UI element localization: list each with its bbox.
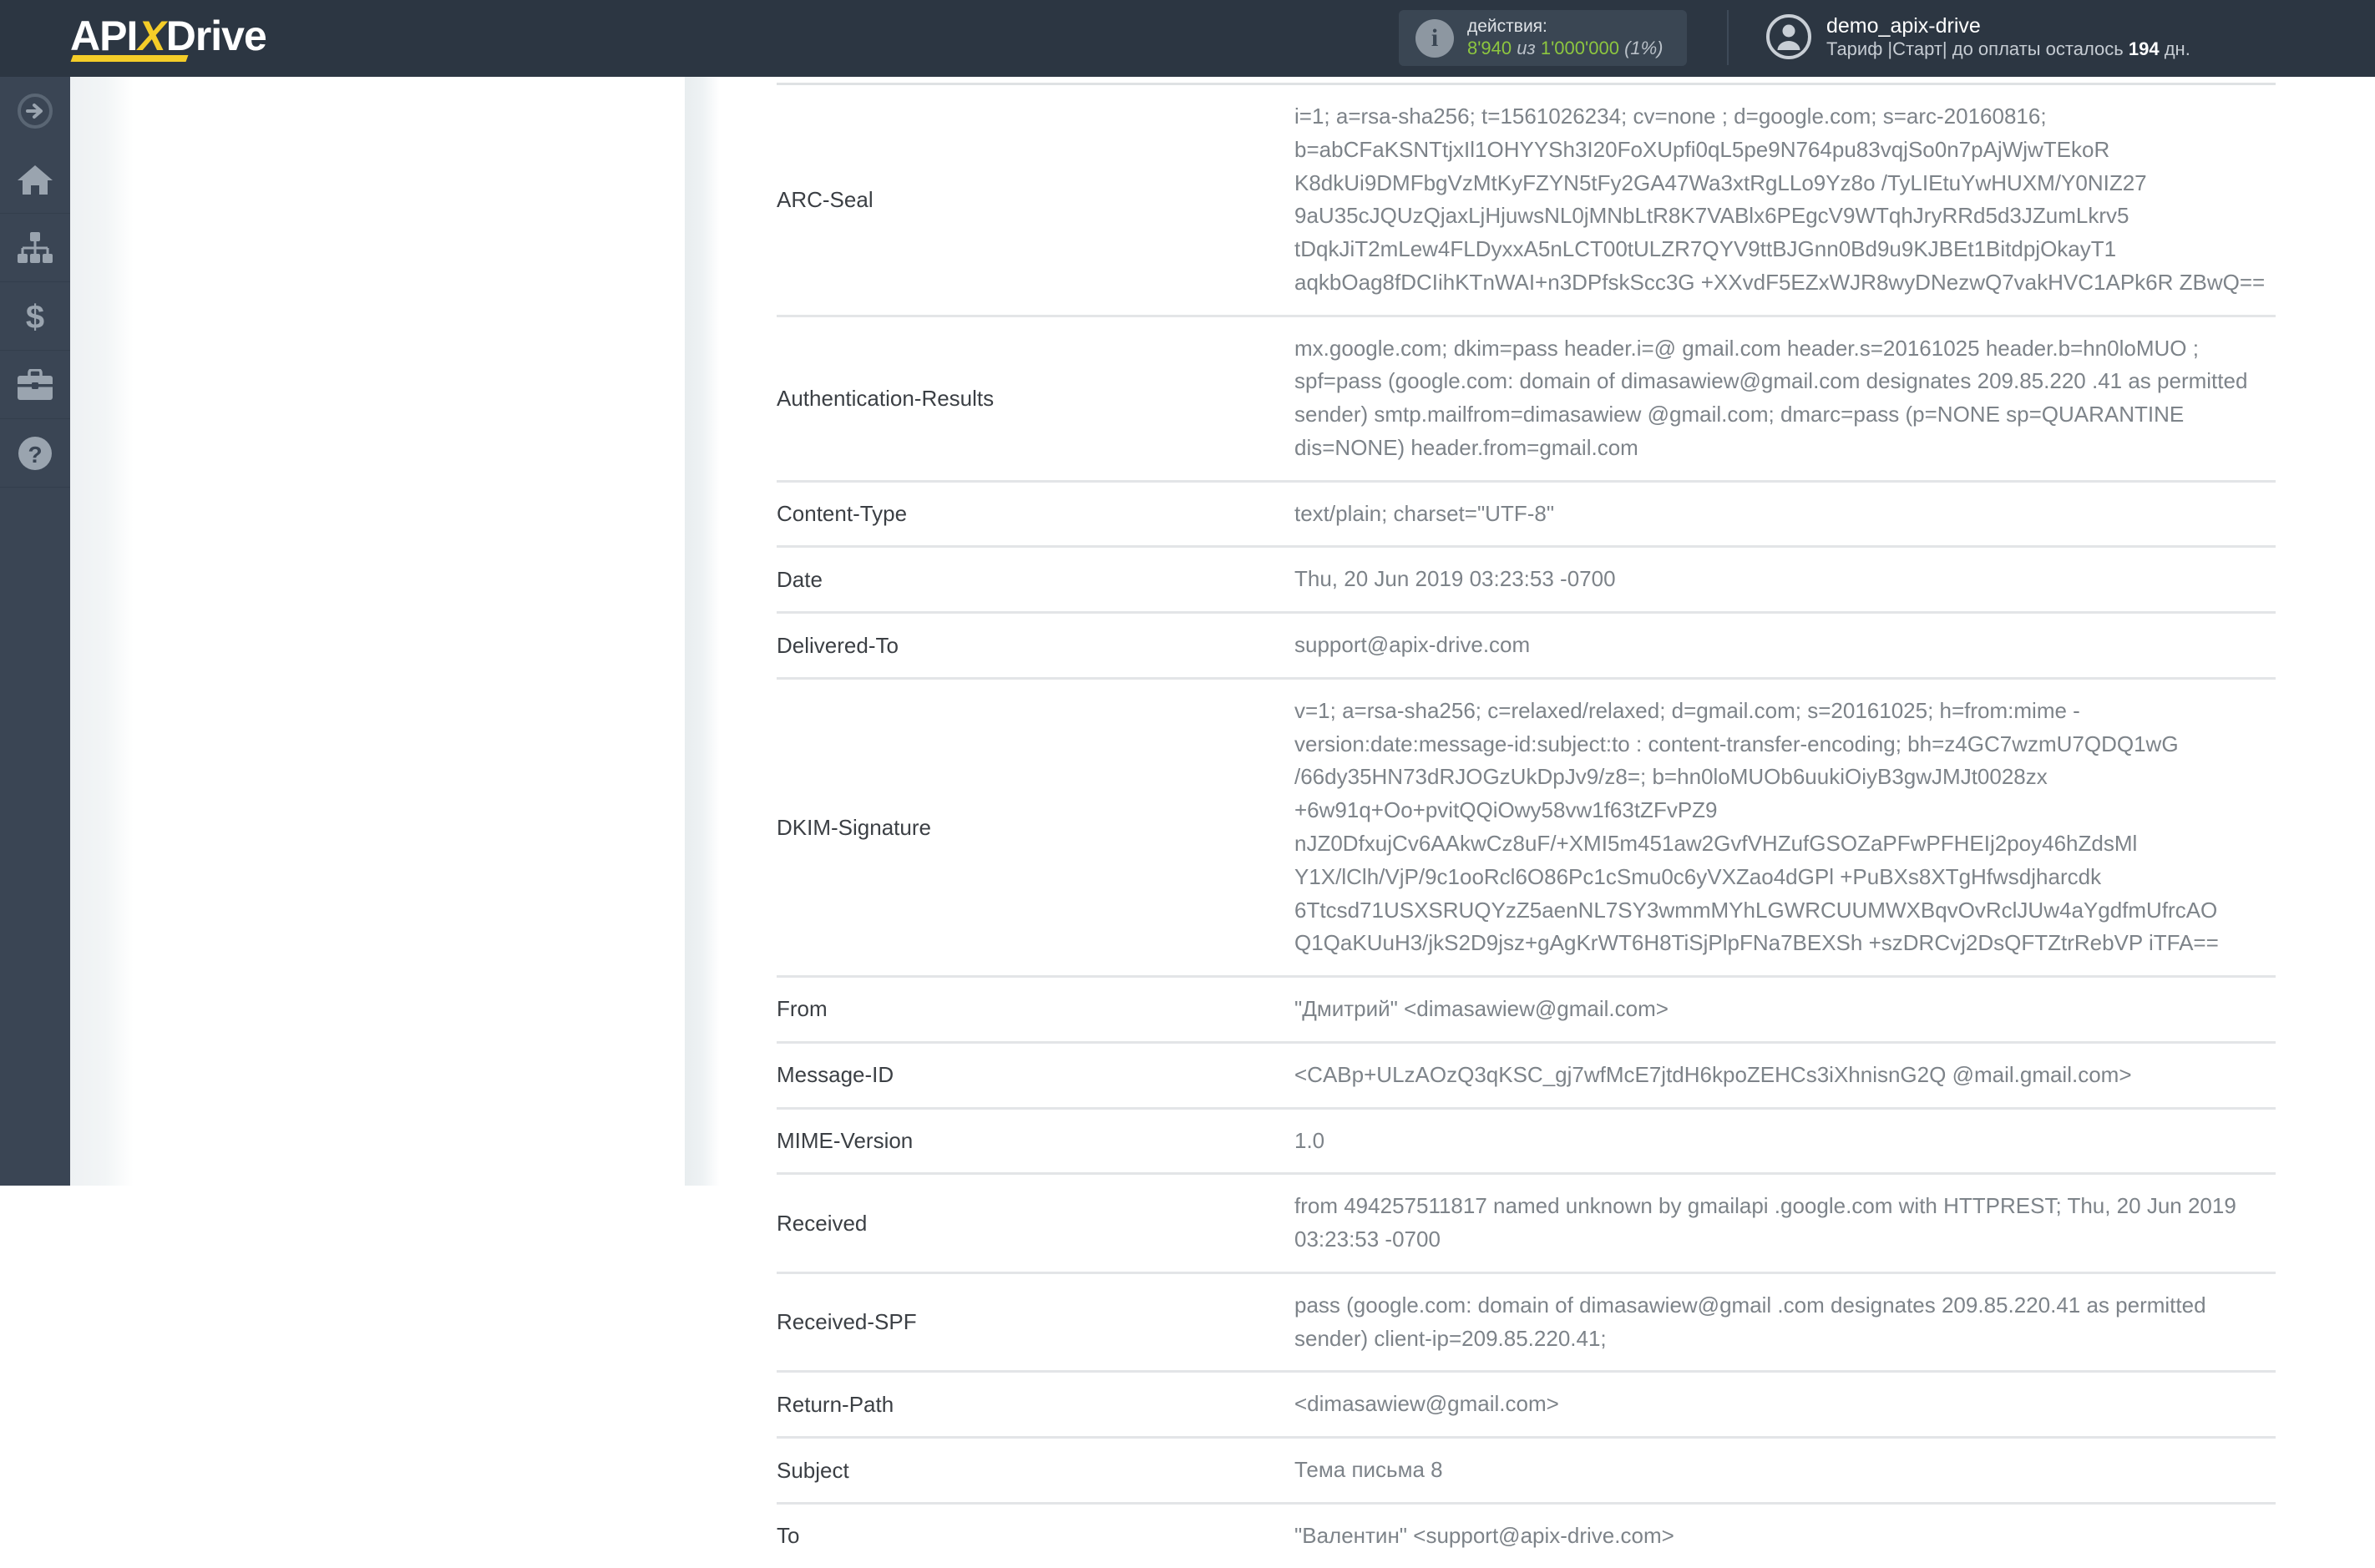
header-key-cell: Subject	[777, 1457, 849, 1483]
header-key-cell: Authentication-Results	[777, 385, 995, 411]
header-key-cell: MIME-Version	[777, 1127, 914, 1153]
dollar-icon: $	[26, 299, 44, 335]
table-row: Date Thu, 20 Jun 2019 03:23:53 -0700	[777, 546, 2276, 613]
header-key-cell: ARC-Seal	[777, 186, 874, 212]
actions-label: действия:	[1467, 17, 1547, 37]
actions-used: 8'940	[1467, 37, 1512, 58]
header-value-cell: from 494257511817 named unknown by gmail…	[1294, 1193, 2236, 1252]
header-key-cell: Date	[777, 566, 823, 592]
header-value-cell: "Валентин" <support@apix-drive.com>	[1294, 1522, 1674, 1548]
table-row: ARC-Seal i=1; a=rsa-sha256; t=1561026234;…	[777, 83, 2276, 316]
header-key-cell: Received-SPF	[777, 1309, 917, 1335]
table-row: DKIM-Signature v=1; a=rsa-sha256; c=relax…	[777, 678, 2276, 976]
header-value-cell: pass (google.com: domain of dimasawiew@g…	[1294, 1292, 2206, 1351]
header-value-cell: v=1; a=rsa-sha256; c=relaxed/relaxed; d=…	[1294, 697, 2219, 956]
header-value-cell: text/plain; charset="UTF-8"	[1294, 500, 1555, 526]
header-value-cell: "Дмитрий" <dimasawiew@gmail.com>	[1294, 996, 1669, 1022]
left-sidebar: $ ?	[0, 77, 70, 1186]
middle-panel-shadow	[685, 77, 720, 1186]
header-value-cell: support@apix-drive.com	[1294, 632, 1531, 658]
info-icon: i	[1415, 18, 1454, 58]
user-plan-prefix: Тариф |Старт| до оплаты осталось	[1826, 38, 2124, 59]
table-row: Message-ID <CABp+ULzAOzQ3qKSC_gj7wfMcE7jt…	[777, 1042, 2276, 1108]
table-row: Subject Тема письма 8	[777, 1437, 2276, 1504]
table-row: From "Дмитрий" <dimasawiew@gmail.com>	[777, 976, 2276, 1043]
table-row: Authentication-Results mx.google.com; dki…	[777, 316, 2276, 481]
sidebar-item-help[interactable]: ?	[0, 419, 70, 488]
sidebar-item-expand[interactable]	[0, 77, 70, 145]
user-plan-days: 194	[2128, 38, 2160, 59]
header-value-cell: Thu, 20 Jun 2019 03:23:53 -0700	[1294, 566, 1616, 592]
header-key-cell: To	[777, 1523, 800, 1549]
left-panel-shadow	[70, 77, 134, 1186]
table-row: Received-SPF pass (google.com: domain of …	[777, 1272, 2276, 1372]
actions-separator: из	[1517, 37, 1536, 58]
table-row: To "Валентин" <support@apix-drive.com>	[777, 1503, 2276, 1567]
user-account-block[interactable]: demo_apix-drive Тариф |Старт| до оплаты …	[1766, 13, 2190, 60]
user-plan-status: Тариф |Старт| до оплаты осталось 194 дн.	[1826, 38, 2190, 60]
table-row: Return-Path <dimasawiew@gmail.com>	[777, 1371, 2276, 1438]
actions-total: 1'000'000	[1540, 37, 1619, 58]
question-circle-icon: ?	[18, 436, 52, 470]
home-icon	[18, 164, 53, 195]
header-value-cell: 1.0	[1294, 1127, 1325, 1153]
sidebar-item-partners[interactable]	[0, 351, 70, 419]
header-value-cell: <dimasawiew@gmail.com>	[1294, 1391, 1559, 1417]
header-key-cell: Message-ID	[777, 1062, 894, 1088]
header-divider	[1727, 10, 1729, 65]
table-row: Received from 494257511817 named unknown …	[777, 1173, 2276, 1273]
user-avatar-icon	[1766, 14, 1811, 60]
logo-drive-text: Drive	[165, 13, 267, 59]
actions-quota-text: действия: 8'940 из 1'000'000 (1%)	[1467, 17, 1664, 59]
logo-x-text: X	[138, 13, 165, 59]
actions-percent: (1%)	[1624, 37, 1664, 58]
email-headers-table-body: ARC-Seal i=1; a=rsa-sha256; t=1561026234;…	[777, 83, 2276, 1568]
header-key-cell: Received	[777, 1210, 868, 1236]
user-texts: demo_apix-drive Тариф |Старт| до оплаты …	[1826, 13, 2190, 60]
sitemap-icon	[18, 231, 53, 263]
header-key-cell: DKIM-Signature	[777, 814, 931, 840]
svg-text:$: $	[26, 299, 44, 335]
table-row: Delivered-To support@apix-drive.com	[777, 612, 2276, 679]
table-row: MIME-Version 1.0	[777, 1108, 2276, 1174]
logo-underline	[70, 55, 189, 62]
user-plan-suffix: дн.	[2164, 38, 2190, 59]
header-key-cell: Delivered-To	[777, 632, 899, 658]
header-value-cell: Тема письма 8	[1294, 1457, 1443, 1483]
email-headers-table: ARC-Seal i=1; a=rsa-sha256; t=1561026234;…	[777, 83, 2276, 1568]
header-key-cell: Return-Path	[777, 1391, 894, 1417]
actions-values: 8'940 из 1'000'000 (1%)	[1467, 38, 1664, 59]
top-header: APIXDrive i действия: 8'940 из 1'000'000…	[0, 0, 2375, 77]
svg-text:?: ?	[28, 442, 42, 468]
briefcase-icon	[18, 368, 53, 400]
logo-api-text: API	[70, 13, 138, 59]
sidebar-item-connections[interactable]	[0, 214, 70, 282]
sidebar-item-billing[interactable]: $	[0, 282, 70, 351]
header-value-cell: mx.google.com; dkim=pass header.i=@ gmai…	[1294, 335, 2248, 460]
table-row: Content-Type text/plain; charset="UTF-8"	[777, 481, 2276, 547]
actions-quota-panel[interactable]: i действия: 8'940 из 1'000'000 (1%)	[1399, 10, 1687, 66]
header-key-cell: From	[777, 996, 828, 1022]
app-logo[interactable]: APIXDrive	[70, 0, 321, 77]
header-value-cell: <CABp+ULzAOzQ3qKSC_gj7wfMcE7jtdH6kpoZEHC…	[1294, 1061, 2132, 1087]
header-key-cell: Content-Type	[777, 501, 908, 527]
header-value-cell: i=1; a=rsa-sha256; t=1561026234; cv=none…	[1294, 104, 2266, 295]
logo-text: APIXDrive	[70, 13, 267, 59]
arrow-right-circle-icon	[18, 94, 53, 129]
user-name: demo_apix-drive	[1826, 14, 1981, 38]
sidebar-item-home[interactable]	[0, 145, 70, 214]
